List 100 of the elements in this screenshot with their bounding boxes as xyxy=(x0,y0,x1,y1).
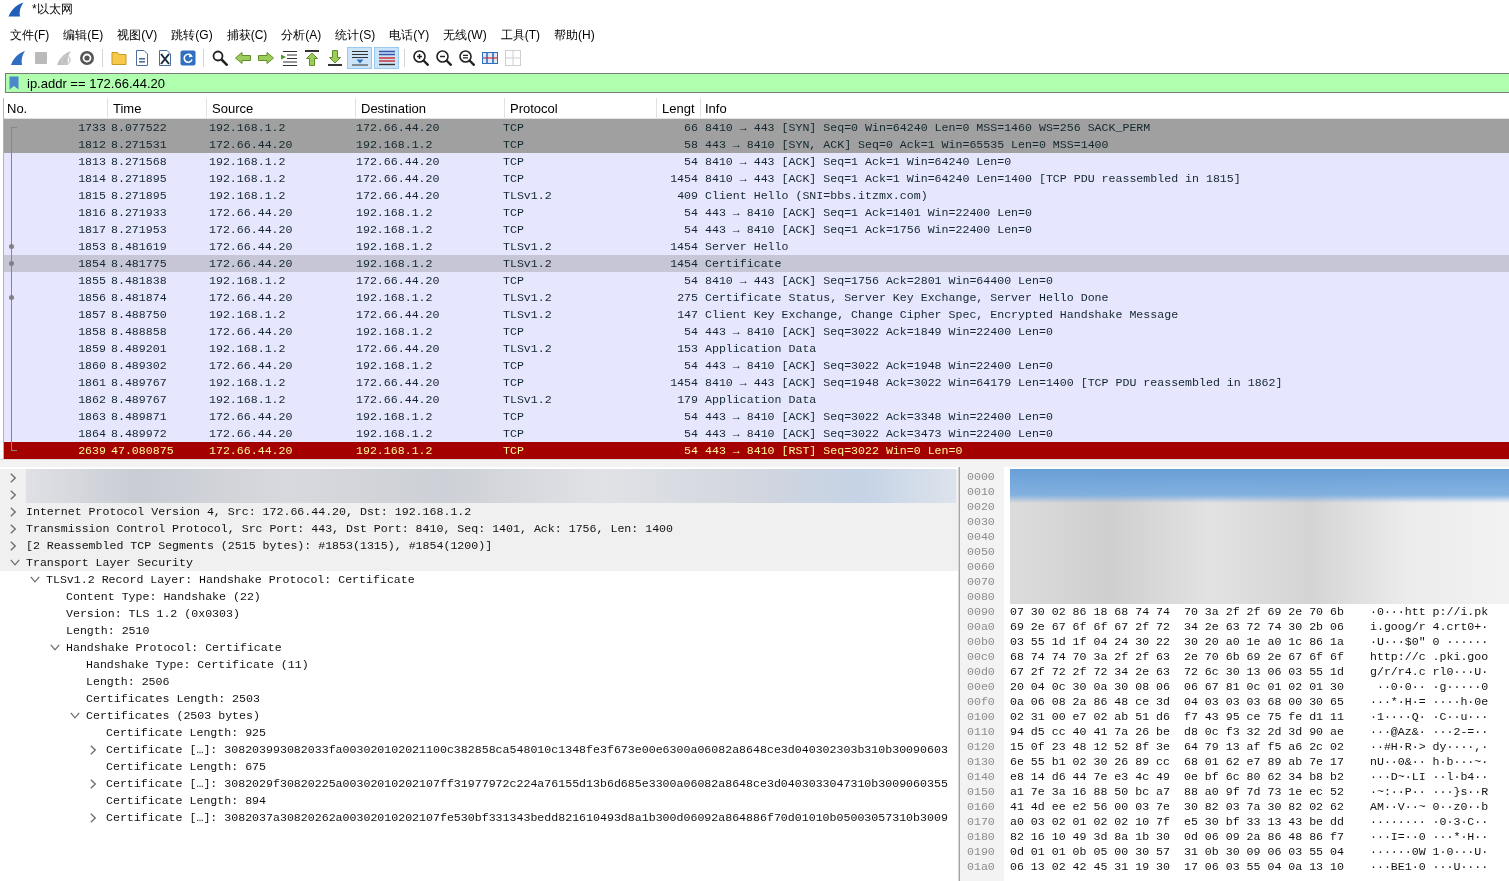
byte-offset: 0020 xyxy=(966,499,996,514)
menu-item[interactable]: 工具(T) xyxy=(493,25,547,45)
column-header[interactable]: Time xyxy=(108,98,207,118)
chevron-down-icon[interactable] xyxy=(70,712,80,719)
hex-bytes: e8 14 d6 44 7e e3 4c 49 0e bf 6c 80 62 34 b8 b2 xyxy=(1010,770,1344,783)
display-filter-field[interactable]: ip.addr == 172.66.44.20 xyxy=(5,73,1509,93)
menu-item[interactable]: 电话(Y) xyxy=(382,25,437,45)
table-cell-text: 8.489972 xyxy=(110,427,168,440)
packet-row[interactable]: 1813 8.271568 192.168.1.2 172.66.44.20 TCP 54 8410 → 443 [ACK] Seq=1 Ack=1 Win=64240 Len=0 xyxy=(4,153,1509,170)
table-cell-text: 58 xyxy=(683,138,699,151)
tree-item[interactable]: [2 Reassembled TCP Segments (2515 bytes): #1853(1315), #1854(1200)] xyxy=(0,537,958,554)
tree-item[interactable]: Certificates Length: 2503 xyxy=(0,690,958,707)
hex-bytes: 20 04 0c 30 0a 30 08 06 06 67 81 0c 01 02 01 30 xyxy=(1010,680,1344,693)
chevron-right-icon[interactable] xyxy=(90,812,96,823)
tree-item[interactable]: Handshake Protocol: Certificate xyxy=(0,639,958,656)
table-cell-text: 1864 xyxy=(77,427,106,440)
table-cell-text: 54 xyxy=(683,410,699,423)
tree-item[interactable]: Certificate […]: 308203993082033fa003020102021100c382858ca548010c1348fe3f673e00e6300a06082a8648ce3d040302303b310b30090603 xyxy=(0,741,958,758)
menu-item[interactable]: 文件(F) xyxy=(3,25,57,45)
table-cell-text: TLSv1.2 xyxy=(502,308,553,321)
table-cell-text: 1816 xyxy=(77,206,106,219)
chevron-right-icon[interactable] xyxy=(10,472,16,483)
table-cell-text: 192.168.1.2 xyxy=(208,393,287,406)
packet-row[interactable]: 1815 8.271895 192.168.1.2 172.66.44.20 TLSv1.2 409 Client Hello (SNI=bbs.itzmx.com) xyxy=(4,187,1509,204)
chevron-right-icon[interactable] xyxy=(10,540,16,551)
byte-offset: 00d0 xyxy=(966,664,996,679)
packet-row[interactable]: 1858 8.488858 172.66.44.20 192.168.1.2 TCP 54 443 → 8410 [ACK] Seq=3022 Ack=1849 Win=22400 Len=0 xyxy=(4,323,1509,340)
ascii-text: ···I=··0 ···*·H·· xyxy=(1369,830,1489,843)
menu-item[interactable]: 分析(A) xyxy=(274,25,329,45)
column-header[interactable]: No. xyxy=(4,98,108,118)
packet-row[interactable]: 1855 8.481838 192.168.1.2 172.66.44.20 TCP 54 8410 → 443 [ACK] Seq=1756 Ack=2801 Win=64400 Len=0 xyxy=(4,272,1509,289)
tree-item[interactable]: Length: 2506 xyxy=(0,673,958,690)
column-header[interactable]: Protocol xyxy=(505,98,657,118)
tree-item[interactable]: Certificate Length: 894 xyxy=(0,792,958,809)
tree-item[interactable]: Transmission Control Protocol, Src Port: 443, Dst Port: 8410, Seq: 1401, Ack: 1756, Len: 1400 xyxy=(0,520,958,537)
table-cell-text: 192.168.1.2 xyxy=(355,444,434,457)
bookmark-icon[interactable] xyxy=(9,76,19,90)
table-cell-text: 172.66.44.20 xyxy=(355,172,441,185)
table-cell-text: TCP xyxy=(502,206,525,219)
table-cell-text: 192.168.1.2 xyxy=(355,291,434,304)
table-cell-text: 172.66.44.20 xyxy=(208,359,294,372)
packet-row[interactable]: 1860 8.489302 172.66.44.20 192.168.1.2 TCP 54 443 → 8410 [ACK] Seq=3022 Ack=1948 Win=22400 Len=0 xyxy=(4,357,1509,374)
tree-item[interactable]: Certificate […]: 3082037a30820262a00302010202107fe530bf331343bedd821610493d8a1b300d06092a864886f70d01010b05003057310b3009 xyxy=(0,809,958,826)
packet-row[interactable]: 1814 8.271895 192.168.1.2 172.66.44.20 TCP 1454 8410 → 443 [ACK] Seq=1 Ack=1 Win=64240 Len=1400 [TCP PDU reassembled in 1815] xyxy=(4,170,1509,187)
menu-item[interactable]: 编辑(E) xyxy=(56,25,111,45)
table-cell-text: Application Data xyxy=(704,342,818,355)
column-header[interactable]: Source xyxy=(207,98,356,118)
tree-item[interactable]: Transport Layer Security xyxy=(0,554,958,571)
chevron-right-icon[interactable] xyxy=(90,744,96,755)
tree-item[interactable]: Length: 2510 xyxy=(0,622,958,639)
table-cell-text: 443 → 8410 [SYN, ACK] Seq=0 Ack=1 Win=65535 Len=0 MSS=1400 xyxy=(704,138,1110,151)
packet-row[interactable]: 1864 8.489972 172.66.44.20 192.168.1.2 TCP 54 443 → 8410 [ACK] Seq=3022 Ack=3473 Win=22400 Len=0 xyxy=(4,425,1509,442)
tree-item[interactable]: Certificates (2503 bytes) xyxy=(0,707,958,724)
table-cell-text: 172.66.44.20 xyxy=(208,138,294,151)
tree-item[interactable]: Certificate Length: 675 xyxy=(0,758,958,775)
menu-item[interactable]: 统计(S) xyxy=(328,25,383,45)
packet-row[interactable]: 1854 8.481775 172.66.44.20 192.168.1.2 TLSv1.2 1454 Certificate xyxy=(4,255,1509,272)
packet-row[interactable]: 2639 47.080875 172.66.44.20 192.168.1.2 TCP 54 443 → 8410 [RST] Seq=3022 Win=0 Len=0 xyxy=(4,442,1509,459)
byte-offset: 0150 xyxy=(966,784,996,799)
table-cell-text: TCP xyxy=(502,155,525,168)
chevron-right-icon[interactable] xyxy=(90,778,96,789)
chevron-right-icon[interactable] xyxy=(10,523,16,534)
tree-item[interactable]: Internet Protocol Version 4, Src: 172.66.44.20, Dst: 192.168.1.2 xyxy=(0,503,958,520)
packet-row[interactable]: 1859 8.489201 192.168.1.2 172.66.44.20 TLSv1.2 153 Application Data xyxy=(4,340,1509,357)
menu-item[interactable]: 无线(W) xyxy=(436,25,494,45)
packet-row[interactable]: 1853 8.481619 172.66.44.20 192.168.1.2 TLSv1.2 1454 Server Hello xyxy=(4,238,1509,255)
menu-item[interactable]: 捕获(C) xyxy=(219,25,275,45)
tree-item[interactable]: Handshake Type: Certificate (11) xyxy=(0,656,958,673)
column-header[interactable]: Info xyxy=(701,98,1509,118)
table-cell-text: TLSv1.2 xyxy=(502,189,553,202)
chevron-down-icon[interactable] xyxy=(50,644,60,651)
tree-item[interactable]: Content Type: Handshake (22) xyxy=(0,588,958,605)
tree-item[interactable]: Certificate […]: 3082029f30820225a00302010202107ff31977972c224a76155d13b6d685e3300a06082a8648ce3d0403033047310b3009060355 xyxy=(0,775,958,792)
chevron-right-icon[interactable] xyxy=(10,506,16,517)
table-cell-text: 54 xyxy=(683,444,699,457)
packet-row[interactable]: 1733 8.077522 192.168.1.2 172.66.44.20 TCP 66 8410 → 443 [SYN] Seq=0 Win=64240 Len=0 MSS=1460 WS=256 SACK_PERM xyxy=(4,119,1509,136)
packet-row[interactable]: 1863 8.489871 172.66.44.20 192.168.1.2 TCP 54 443 → 8410 [ACK] Seq=3022 Ack=3348 Win=22400 Len=0 xyxy=(4,408,1509,425)
menu-item[interactable]: 视图(V) xyxy=(110,25,165,45)
packet-row[interactable]: 1857 8.488750 192.168.1.2 172.66.44.20 TLSv1.2 147 Client Key Exchange, Change Cipher Spec, Encrypted Handshake Message xyxy=(4,306,1509,323)
table-cell-text: 8.271568 xyxy=(110,155,168,168)
packet-row[interactable]: 1812 8.271531 172.66.44.20 192.168.1.2 TCP 58 443 → 8410 [SYN, ACK] Seq=0 Ack=1 Win=65535 Len=0 MSS=1400 xyxy=(4,136,1509,153)
menu-item[interactable]: 帮助(H) xyxy=(547,25,602,45)
packet-row[interactable]: 1862 8.489767 192.168.1.2 172.66.44.20 TLSv1.2 179 Application Data xyxy=(4,391,1509,408)
packet-row[interactable]: 1856 8.481874 172.66.44.20 192.168.1.2 TLSv1.2 275 Certificate Status, Server Key Exchange, Server Hello Done xyxy=(4,289,1509,306)
column-header[interactable]: Lengt xyxy=(657,98,701,118)
chevron-down-icon[interactable] xyxy=(10,559,20,566)
chevron-down-icon[interactable] xyxy=(30,576,40,583)
menu-item[interactable]: 跳转(G) xyxy=(164,25,220,45)
tree-item[interactable]: TLSv1.2 Record Layer: Handshake Protocol: Certificate xyxy=(0,571,958,588)
packet-row[interactable]: 1861 8.489767 192.168.1.2 172.66.44.20 TCP 1454 8410 → 443 [ACK] Seq=1948 Ack=3022 Win=64179 Len=1400 [TCP PDU reassembled in 1862] xyxy=(4,374,1509,391)
table-cell-text: TLSv1.2 xyxy=(502,257,553,270)
table-cell-text: 8.488858 xyxy=(110,325,168,338)
column-header[interactable]: Destination xyxy=(356,98,505,118)
byte-offset: 00a0 xyxy=(966,619,996,634)
packet-row[interactable]: 1817 8.271953 172.66.44.20 192.168.1.2 TCP 54 443 → 8410 [ACK] Seq=1 Ack=1756 Win=22400 Len=0 xyxy=(4,221,1509,238)
table-cell-text: TCP xyxy=(502,325,525,338)
chevron-right-icon[interactable] xyxy=(10,489,16,500)
tree-item[interactable]: Certificate Length: 925 xyxy=(0,724,958,741)
packet-row[interactable]: 1816 8.271933 172.66.44.20 192.168.1.2 TCP 54 443 → 8410 [ACK] Seq=1 Ack=1401 Win=22400 Len=0 xyxy=(4,204,1509,221)
tree-item[interactable]: Version: TLS 1.2 (0x0303) xyxy=(0,605,958,622)
